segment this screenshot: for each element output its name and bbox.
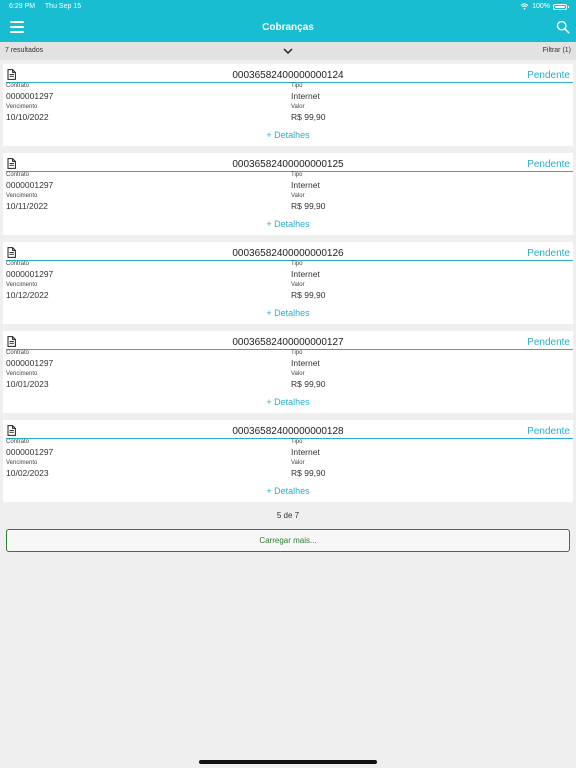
card-divider — [6, 171, 573, 172]
invoice-card[interactable]: 00036582400000000128 Pendente Contrato 0000… — [3, 420, 573, 502]
status-time: 6:29 PM — [9, 3, 36, 10]
status-badge: Pendente — [527, 248, 570, 259]
details-link[interactable]: + Detalhes — [3, 219, 573, 229]
due-label: Vencimento — [6, 104, 38, 110]
results-count: 7 resultados — [5, 47, 44, 54]
contract-label: Contrato — [6, 172, 30, 178]
due-label: Vencimento — [6, 282, 38, 288]
invoice-card[interactable]: 00036582400000000127 Pendente Contrato 0000… — [3, 331, 573, 413]
due-label: Vencimento — [6, 193, 38, 199]
contract-value: 0000001297 — [6, 269, 54, 279]
type-value: Internet — [291, 358, 320, 368]
contract-label: Contrato — [6, 261, 30, 267]
value-amount: R$ 99,90 — [291, 290, 326, 300]
value-label: Valor — [291, 282, 305, 288]
contract-label: Contrato — [6, 350, 30, 356]
details-link[interactable]: + Detalhes — [3, 130, 573, 140]
due-label: Vencimento — [6, 371, 38, 377]
contract-value: 0000001297 — [6, 358, 54, 368]
type-value: Internet — [291, 447, 320, 457]
app-header: 6:29 PM Thu Sep 15 100% Cobranças — [0, 0, 576, 42]
status-badge: Pendente — [527, 70, 570, 81]
value-amount: R$ 99,90 — [291, 201, 326, 211]
details-link[interactable]: + Detalhes — [3, 397, 573, 407]
status-date: Thu Sep 15 — [44, 3, 82, 10]
invoice-card[interactable]: 00036582400000000126 Pendente Contrato 0000… — [3, 242, 573, 324]
type-label: Tipo — [291, 350, 303, 356]
card-divider — [6, 260, 573, 261]
home-indicator — [199, 760, 377, 764]
contract-label: Contrato — [6, 83, 30, 89]
details-link[interactable]: + Detalhes — [3, 486, 573, 496]
contract-value: 0000001297 — [6, 91, 54, 101]
contract-value: 0000001297 — [6, 447, 54, 457]
type-value: Internet — [291, 269, 320, 279]
due-value: 10/12/2022 — [6, 290, 49, 300]
load-more-button[interactable]: Carregar mais... — [6, 529, 570, 552]
battery-percent: 100% — [532, 3, 550, 10]
type-label: Tipo — [291, 261, 303, 267]
chevron-down-icon[interactable] — [282, 46, 294, 56]
contract-value: 0000001297 — [6, 180, 54, 190]
due-value: 10/01/2023 — [6, 379, 49, 389]
contract-label: Contrato — [6, 439, 30, 445]
type-value: Internet — [291, 91, 320, 101]
value-amount: R$ 99,90 — [291, 112, 326, 122]
invoice-number: 00036582400000000124 — [232, 70, 344, 81]
invoice-card[interactable]: 00036582400000000124 Pendente Contrato 0000… — [3, 64, 573, 146]
page-title: Cobranças — [262, 22, 314, 33]
type-label: Tipo — [291, 172, 303, 178]
status-badge: Pendente — [527, 159, 570, 170]
value-label: Valor — [291, 460, 305, 466]
card-divider — [6, 349, 573, 350]
value-amount: R$ 99,90 — [291, 379, 326, 389]
wifi-icon — [520, 3, 529, 10]
status-badge: Pendente — [527, 337, 570, 348]
value-label: Valor — [291, 104, 305, 110]
results-toolbar: 7 resultados Filtrar (1) — [0, 42, 576, 60]
type-label: Tipo — [291, 439, 303, 445]
invoice-number: 00036582400000000127 — [232, 337, 344, 348]
value-label: Valor — [291, 193, 305, 199]
value-amount: R$ 99,90 — [291, 468, 326, 478]
card-divider — [6, 82, 573, 83]
status-badge: Pendente — [527, 426, 570, 437]
search-icon[interactable] — [556, 20, 570, 34]
due-value: 10/02/2023 — [6, 468, 49, 478]
details-link[interactable]: + Detalhes — [3, 308, 573, 318]
type-label: Tipo — [291, 83, 303, 89]
due-value: 10/11/2022 — [6, 201, 48, 211]
battery-icon — [553, 3, 569, 10]
pagination-status: 5 de 7 — [276, 511, 300, 520]
due-label: Vencimento — [6, 460, 38, 466]
due-value: 10/10/2022 — [6, 112, 49, 122]
invoice-number: 00036582400000000126 — [232, 248, 344, 259]
value-label: Valor — [291, 371, 305, 377]
filter-button[interactable]: Filtrar (1) — [543, 47, 571, 54]
type-value: Internet — [291, 180, 320, 190]
invoice-number: 00036582400000000125 — [232, 159, 344, 170]
invoice-card[interactable]: 00036582400000000125 Pendente Contrato 0000… — [3, 153, 573, 235]
status-bar: 6:29 PM Thu Sep 15 100% — [9, 3, 569, 13]
card-divider — [6, 438, 573, 439]
invoice-number: 00036582400000000128 — [232, 426, 344, 437]
